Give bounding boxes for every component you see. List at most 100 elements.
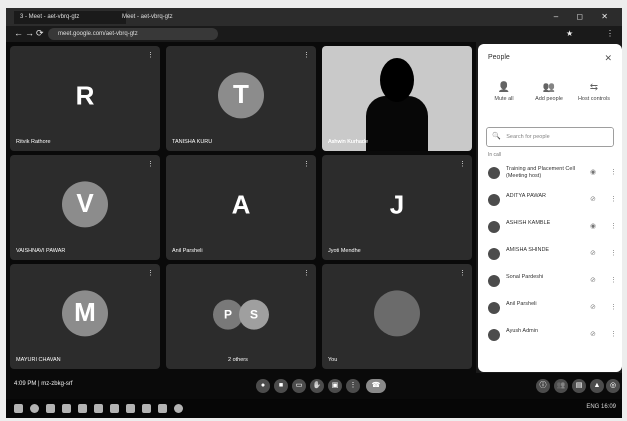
address-bar-row: ← → ⟳ meet.google.com/aet-vbrq-gtz ★ ⋮ [6, 26, 622, 42]
participant-row-name: ADITYA PAWAR [506, 193, 547, 199]
taskbar-app-icon[interactable] [94, 404, 103, 413]
mic-off-icon[interactable]: ⊘ [590, 303, 596, 311]
participant-tile[interactable]: ⋮ J Jyoti Mendhe [322, 155, 472, 260]
participant-tile[interactable]: ⋮ A Anil Parsheli [166, 155, 316, 260]
meeting-stage: ⋮ R Ritvik Rathore ⋮ T TANISHA KURU Ashw… [6, 42, 476, 373]
mic-icon[interactable]: ◉ [590, 168, 596, 176]
mic-icon[interactable]: ◉ [590, 222, 596, 230]
more-options-icon[interactable]: ⋮ [610, 330, 617, 338]
participant-tile-self[interactable]: ⋮ You [322, 264, 472, 369]
avatar-s: S [239, 299, 269, 330]
participant-tile[interactable]: ⋮ T TANISHA KURU [166, 46, 316, 151]
avatar [488, 167, 500, 179]
browser-menu-icon[interactable]: ⋮ [606, 29, 614, 38]
participant-row[interactable]: Ayush Admin ⊘ ⋮ [486, 326, 617, 346]
taskbar-app-icon[interactable] [78, 404, 87, 413]
participant-name: MAYURI CHAVAN [16, 357, 61, 363]
participant-row[interactable]: Sonal Pardeshi ⊘ ⋮ [486, 272, 617, 292]
participant-tile[interactable]: ⋮ R Ritvik Rathore [10, 46, 160, 151]
present-icon[interactable]: ▣ [328, 379, 342, 393]
participant-row[interactable]: ADITYA PAWAR ⊘ ⋮ [486, 191, 617, 211]
mic-icon[interactable]: ● [256, 379, 270, 393]
participant-name: You [328, 357, 338, 363]
avatar [488, 275, 500, 287]
mic-off-icon: ⋮ [147, 52, 154, 59]
host-controls-button[interactable]: ⇆ Host controls [574, 82, 614, 102]
system-tray-clock[interactable]: ENG 16:09 [586, 404, 616, 410]
leave-call-button[interactable]: ☎ [366, 379, 386, 393]
avatar-letter: V [76, 187, 94, 218]
add-people-button[interactable]: 👥 Add people [529, 82, 569, 102]
taskbar-app-icon[interactable] [62, 404, 71, 413]
search-icon: 🔍 [492, 133, 501, 140]
avatar-letter: R [75, 79, 95, 110]
info-icon[interactable]: ⓘ [536, 379, 550, 393]
more-options-icon[interactable]: ⋮ [346, 379, 360, 393]
participant-row-name: AMISHA SHINDE [506, 247, 550, 253]
reload-icon[interactable]: ⟳ [36, 28, 44, 39]
more-options-icon[interactable]: ⋮ [610, 168, 617, 176]
window-controls[interactable]: – ◻ ✕ [554, 12, 616, 21]
chat-icon[interactable]: ▤ [572, 379, 586, 393]
host-lock-icon[interactable]: ◎ [606, 379, 620, 393]
mic-off-icon[interactable]: ⊘ [590, 276, 596, 284]
captions-icon[interactable]: ▭ [292, 379, 306, 393]
mic-off-icon: ⋮ [303, 52, 310, 59]
taskbar-app-icon[interactable] [142, 404, 151, 413]
host-controls-icon: ⇆ [589, 82, 599, 93]
taskbar-app-icon[interactable] [110, 404, 119, 413]
mic-off-icon[interactable]: ⊘ [590, 330, 596, 338]
close-icon[interactable]: ✕ [604, 53, 612, 64]
activities-icon[interactable]: ▲ [590, 379, 604, 393]
panel-title: People [488, 54, 510, 61]
avatar [488, 329, 500, 341]
action-label: Host controls [577, 96, 611, 102]
people-icon[interactable]: 👥 [554, 379, 568, 393]
participant-name: TANISHA KURU [172, 139, 213, 145]
avatar [488, 302, 500, 314]
more-options-icon[interactable]: ⋮ [610, 222, 617, 230]
participant-tile-video[interactable]: Ashwin Kurhade [322, 46, 472, 151]
browser-tab-meet-2[interactable]: Meet - aet-vbrq-gtz [116, 11, 208, 24]
windows-taskbar: ENG 16:09 [6, 399, 622, 418]
taskbar-app-icon[interactable] [126, 404, 135, 413]
participant-row[interactable]: ASHISH KAMBLE ◉ ⋮ [486, 218, 617, 238]
mic-off-icon: ⋮ [303, 161, 310, 168]
participant-tile[interactable]: ⋮ V VAISHNAVI PAWAR [10, 155, 160, 260]
url-field[interactable]: meet.google.com/aet-vbrq-gtz [48, 28, 218, 40]
more-options-icon[interactable]: ⋮ [610, 195, 617, 203]
more-options-icon[interactable]: ⋮ [610, 249, 617, 257]
mic-off-icon[interactable]: ⊘ [590, 249, 596, 257]
start-icon[interactable] [14, 404, 23, 413]
participant-tile-others[interactable]: ⋮ P S 2 others [166, 264, 316, 369]
participant-row-name: ASHISH KAMBLE [506, 220, 551, 226]
search-icon[interactable] [30, 404, 39, 413]
back-icon[interactable]: ← [14, 28, 23, 38]
mute-all-button[interactable]: 👤 Mute all [484, 82, 524, 102]
forward-icon[interactable]: → [25, 28, 34, 38]
avatar: V [62, 180, 108, 227]
task-view-icon[interactable] [46, 404, 55, 413]
more-options-icon[interactable]: ⋮ [610, 276, 617, 284]
mic-off-icon[interactable]: ⊘ [590, 195, 596, 203]
laptop-screen: 3 - Meet - aet-vbrq-gtz Meet - aet-vbrq-… [6, 8, 622, 418]
bookmark-star-icon[interactable]: ★ [566, 29, 573, 38]
participant-row[interactable]: Anil Parsheli ⊘ ⋮ [486, 299, 617, 319]
browser-tab-bar: 3 - Meet - aet-vbrq-gtz Meet - aet-vbrq-… [6, 8, 622, 26]
participant-row[interactable]: Training and Placement Cell (Meeting hos… [486, 164, 617, 184]
raise-hand-icon[interactable]: ✋ [310, 379, 324, 393]
taskbar-app-icon[interactable] [158, 404, 167, 413]
participant-row-name: Training and Placement Cell (Meeting hos… [506, 166, 575, 179]
avatar [488, 221, 500, 233]
participant-row[interactable]: AMISHA SHINDE ⊘ ⋮ [486, 245, 617, 265]
avatar [488, 194, 500, 206]
browser-tab-meet-1[interactable]: 3 - Meet - aet-vbrq-gtz [14, 11, 126, 24]
chrome-icon[interactable] [174, 404, 183, 413]
camera-icon[interactable]: ■ [274, 379, 288, 393]
avatar-letter: J [389, 188, 405, 219]
more-options-icon[interactable]: ⋮ [610, 303, 617, 311]
mic-off-icon: ⋮ [459, 161, 466, 168]
meeting-controls-bar: 4:09 PM | mz-zbkg-srf ● ■ ▭ ✋ ▣ ⋮ ☎ ⓘ 👥 … [6, 373, 622, 399]
participant-tile[interactable]: ⋮ M MAYURI CHAVAN [10, 264, 160, 369]
search-people-input[interactable]: 🔍 Search for people [486, 127, 614, 147]
